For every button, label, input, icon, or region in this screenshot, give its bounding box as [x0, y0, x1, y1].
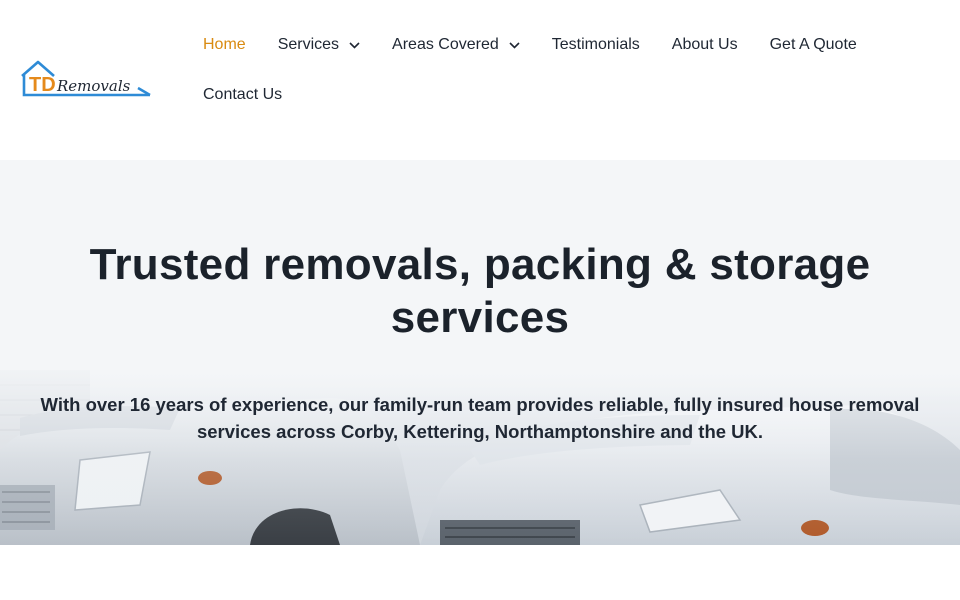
hero-overlay: [0, 160, 960, 545]
main-nav: Home Services Areas Covered Testimonials…: [187, 0, 947, 120]
chevron-down-icon: [509, 41, 520, 49]
nav-label-home: Home: [203, 36, 246, 53]
logo-removals-text: Removals: [56, 77, 131, 95]
nav-item-get-a-quote[interactable]: Get A Quote: [754, 0, 873, 90]
hero-section: Trusted removals, packing & storage serv…: [0, 160, 960, 545]
nav-label-get-a-quote: Get A Quote: [769, 36, 857, 53]
site-header: TD Removals Home Services Areas Covered: [0, 0, 960, 160]
nav-label-areas-covered: Areas Covered: [392, 36, 499, 53]
logo-td-text: TD: [29, 74, 56, 96]
hero-title: Trusted removals, packing & storage serv…: [89, 240, 871, 342]
nav-item-testimonials[interactable]: Testimonials: [536, 0, 656, 90]
hero-subtitle: With over 16 years of experience, our fa…: [40, 394, 920, 442]
site-logo[interactable]: TD Removals: [20, 60, 152, 98]
nav-label-testimonials: Testimonials: [551, 36, 640, 53]
nav-label-contact-us: Contact Us: [203, 86, 283, 103]
nav-label-services: Services: [277, 36, 340, 53]
nav-item-about-us[interactable]: About Us: [656, 0, 754, 90]
nav-label-about-us: About Us: [671, 36, 738, 53]
chevron-down-icon: [349, 41, 360, 49]
nav-item-contact-us[interactable]: Contact Us: [187, 70, 298, 120]
nav-item-areas-covered[interactable]: Areas Covered: [376, 0, 536, 90]
logo-house-icon: TD Removals: [21, 60, 151, 97]
